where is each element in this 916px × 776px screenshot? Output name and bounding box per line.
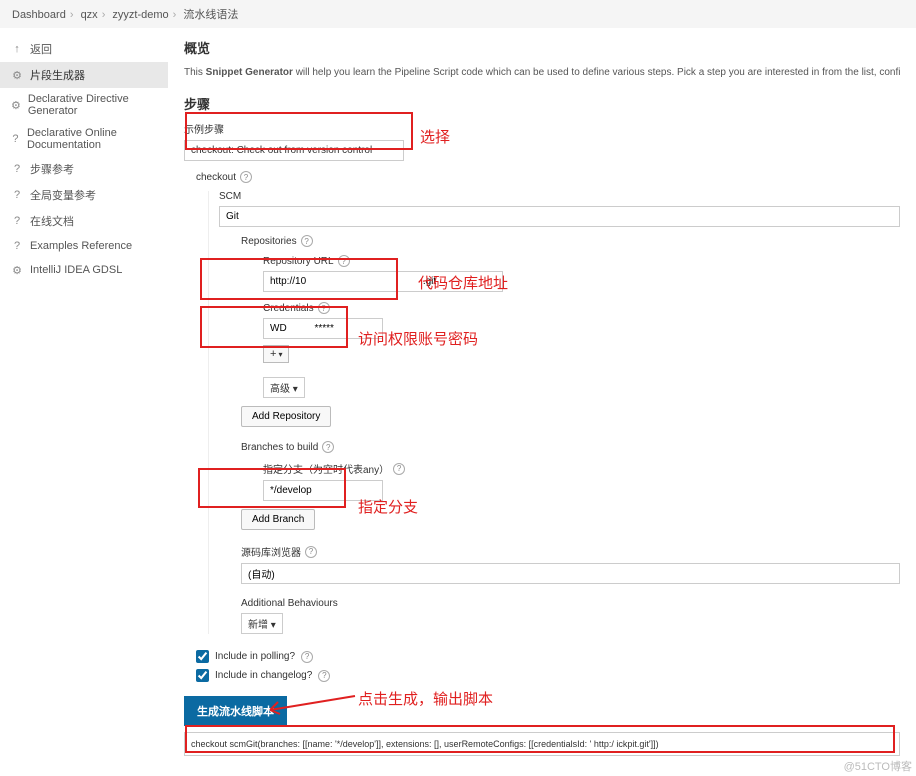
help-icon: ?	[10, 162, 24, 176]
sidebar-item-examples[interactable]: ? Examples Reference	[0, 234, 168, 258]
help-icon[interactable]: ?	[301, 235, 313, 247]
sidebar-item-steps-ref[interactable]: ? 步骤参考	[0, 156, 168, 182]
arrow-up-icon: ↑	[10, 42, 24, 56]
sidebar-item-snippet-generator[interactable]: ⚙ 片段生成器	[0, 62, 168, 88]
additional-label: Additional Behaviours	[241, 598, 900, 609]
branches-label: Branches to build ?	[241, 441, 900, 453]
breadcrumb-item[interactable]: qzx	[81, 9, 98, 21]
browser-label: 源码库浏览器 ?	[241, 544, 900, 559]
add-credentials-button[interactable]: + ▾	[263, 345, 289, 363]
breadcrumb-item[interactable]: zyyzt-demo	[112, 9, 168, 21]
gear-icon: ⚙	[10, 68, 24, 82]
generate-script-button[interactable]: 生成流水线脚本	[184, 696, 287, 726]
help-icon[interactable]: ?	[240, 171, 252, 183]
polling-checkbox[interactable]	[196, 650, 209, 663]
help-icon: ?	[10, 132, 21, 146]
help-icon[interactable]: ?	[318, 670, 330, 682]
help-icon: ?	[10, 188, 24, 202]
help-icon[interactable]: ?	[305, 546, 317, 558]
help-icon[interactable]: ?	[338, 255, 350, 267]
add-branch-button[interactable]: Add Branch	[241, 509, 315, 530]
gear-icon: ⚙	[10, 263, 24, 277]
branch-spec-label: 指定分支（为空时代表any） ?	[263, 461, 900, 476]
gear-icon: ⚙	[10, 98, 22, 112]
add-repository-button[interactable]: Add Repository	[241, 406, 331, 427]
changelog-checkbox[interactable]	[196, 669, 209, 682]
checkout-label: checkout ?	[196, 171, 900, 183]
credentials-select[interactable]	[263, 318, 383, 339]
help-icon: ?	[10, 214, 24, 228]
help-icon[interactable]: ?	[301, 651, 313, 663]
repo-url-input[interactable]	[263, 271, 503, 292]
breadcrumb-item[interactable]: Dashboard	[12, 9, 66, 21]
intro-text: This Snippet Generator will help you lea…	[184, 65, 900, 80]
step-select[interactable]: checkout: Check out from version control	[184, 140, 404, 161]
sidebar-item-directive-generator[interactable]: ⚙ Declarative Directive Generator	[0, 88, 168, 122]
advanced-dropdown[interactable]: 高级 ▾	[263, 377, 305, 398]
help-icon: ?	[10, 239, 24, 253]
watermark: @51CTO博客	[844, 758, 912, 774]
script-output[interactable]: checkout scmGit(branches: [[name: '*/dev…	[184, 732, 900, 756]
help-icon[interactable]: ?	[322, 441, 334, 453]
sidebar-item-online-doc[interactable]: ? 在线文档	[0, 208, 168, 234]
sidebar-item-online-docs[interactable]: ? Declarative Online Documentation	[0, 122, 168, 156]
sidebar-item-intellij[interactable]: ⚙ IntelliJ IDEA GDSL	[0, 258, 168, 282]
help-icon[interactable]: ?	[393, 463, 405, 475]
browser-select[interactable]	[241, 563, 900, 584]
changelog-label: Include in changelog?	[215, 670, 312, 681]
branch-input[interactable]	[263, 480, 383, 501]
help-icon[interactable]: ?	[318, 302, 330, 314]
sidebar: ↑ 返回 ⚙ 片段生成器 ⚙ Declarative Directive Gen…	[0, 28, 168, 766]
breadcrumb-item[interactable]: 流水线语法	[183, 9, 238, 21]
overview-heading: 概览	[184, 38, 900, 57]
repo-url-label: Repository URL ?	[263, 255, 900, 267]
main-content: 概览 This Snippet Generator will help you …	[168, 28, 916, 766]
scm-select[interactable]	[219, 206, 900, 227]
sidebar-item-global-vars[interactable]: ? 全局变量参考	[0, 182, 168, 208]
breadcrumb: Dashboard› qzx› zyyzt-demo› 流水线语法	[0, 0, 916, 28]
polling-label: Include in polling?	[215, 651, 295, 662]
sidebar-back[interactable]: ↑ 返回	[0, 36, 168, 62]
sample-step-label: 示例步骤	[184, 121, 900, 136]
steps-heading: 步骤	[184, 94, 900, 113]
scm-label: SCM	[219, 191, 900, 202]
credentials-label: Credentials ?	[263, 302, 900, 314]
repositories-label: Repositories ?	[241, 235, 900, 247]
additional-dropdown[interactable]: 新增 ▾	[241, 613, 283, 634]
